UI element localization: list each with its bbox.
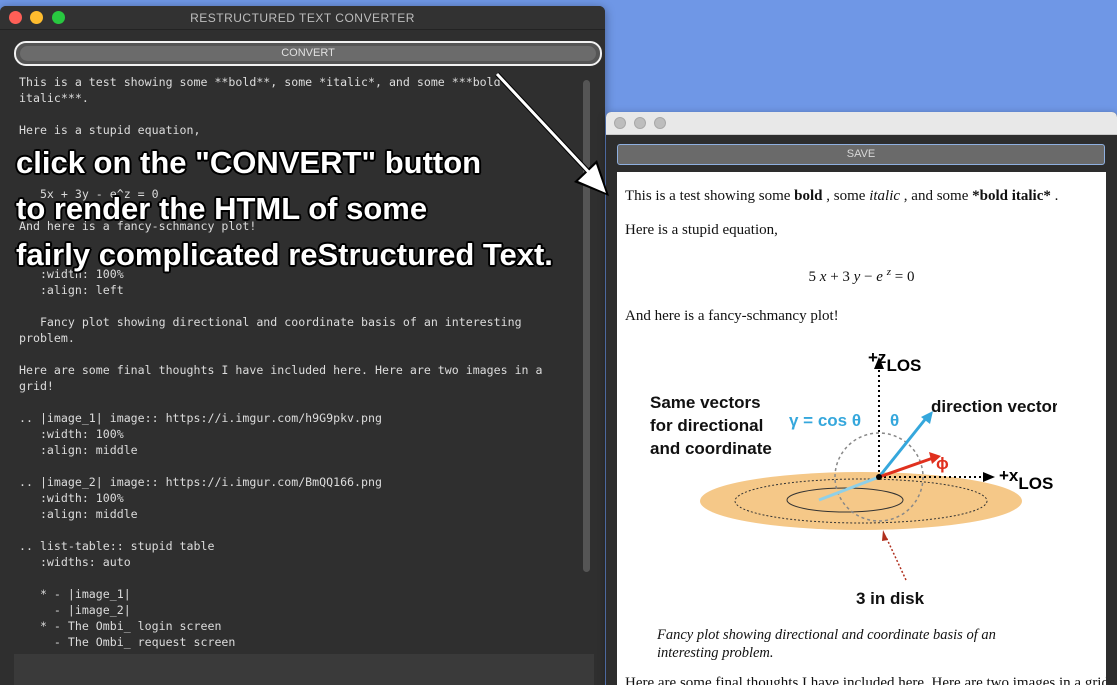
annotation-line-1: click on the "CONVERT" button	[16, 145, 482, 180]
annotation-line-3: fairly complicated reStructured Text.	[16, 237, 553, 272]
annotation-text: click on the "CONVERT" button to render …	[16, 140, 553, 278]
annotation-arrow	[495, 72, 609, 196]
annotation-line-2: to render the HTML of some	[16, 191, 428, 226]
